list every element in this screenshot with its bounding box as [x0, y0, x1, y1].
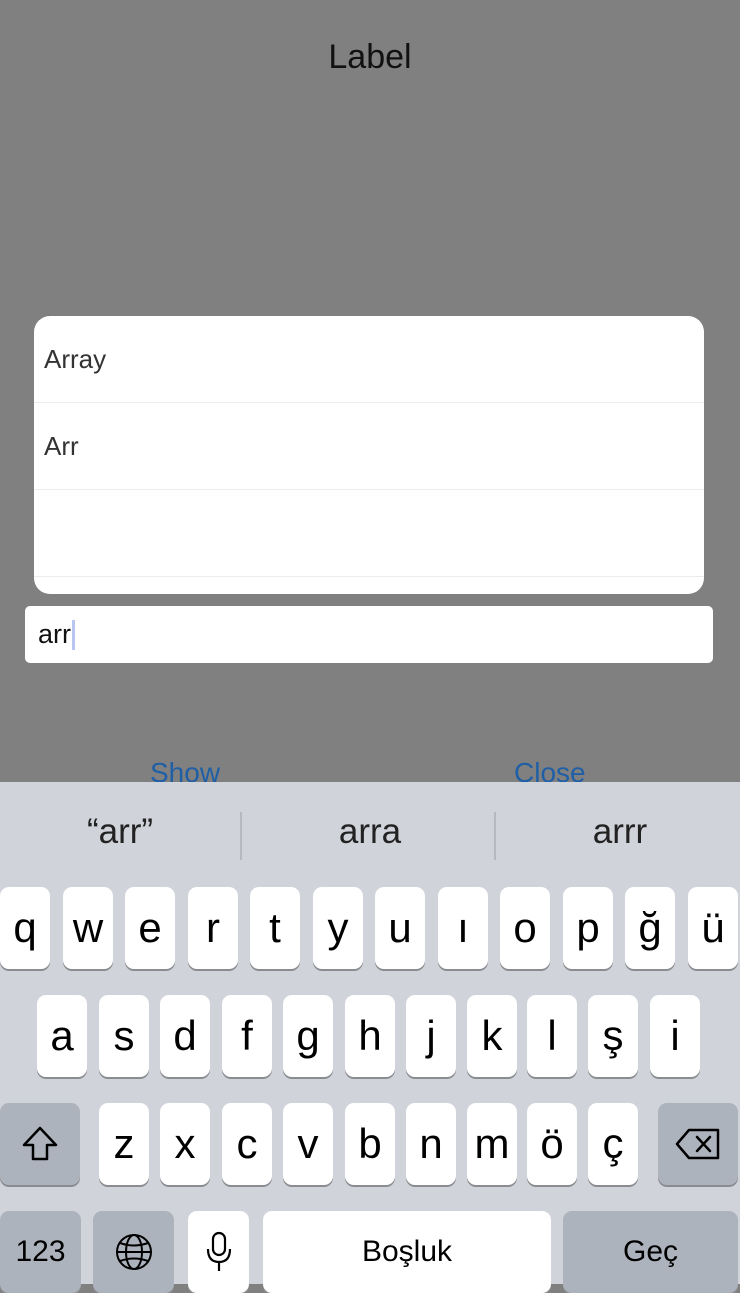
dropdown-item[interactable]: Array [34, 316, 704, 403]
backspace-key[interactable] [658, 1103, 738, 1185]
space-key[interactable]: Boşluk [263, 1211, 551, 1293]
key[interactable]: d [160, 995, 210, 1077]
page-label: Label [328, 38, 412, 76]
key[interactable]: q [0, 887, 50, 969]
return-key[interactable]: Geç [563, 1211, 738, 1293]
key[interactable]: x [160, 1103, 210, 1185]
key[interactable]: p [563, 887, 613, 969]
key[interactable]: ü [688, 887, 738, 969]
key[interactable]: s [99, 995, 149, 1077]
key[interactable]: z [99, 1103, 149, 1185]
key[interactable]: o [500, 887, 550, 969]
key[interactable]: e [125, 887, 175, 969]
key[interactable]: ğ [625, 887, 675, 969]
key[interactable]: h [345, 995, 395, 1077]
key[interactable]: ö [527, 1103, 577, 1185]
globe-key[interactable] [93, 1211, 174, 1293]
key[interactable]: t [250, 887, 300, 969]
microphone-icon [206, 1231, 231, 1271]
key[interactable]: g [283, 995, 333, 1077]
key[interactable]: ı [438, 887, 488, 969]
suggestion-divider [240, 812, 242, 860]
key[interactable]: r [188, 887, 238, 969]
key[interactable]: l [527, 995, 577, 1077]
key[interactable]: n [406, 1103, 456, 1185]
key[interactable]: y [313, 887, 363, 969]
suggestion-bar: “arr” arra arrr [0, 782, 740, 886]
key[interactable]: a [37, 995, 87, 1077]
search-input[interactable]: arr [25, 606, 713, 663]
key[interactable]: c [222, 1103, 272, 1185]
globe-icon [115, 1234, 152, 1270]
suggestion-item[interactable]: arra [250, 812, 490, 852]
key[interactable]: v [283, 1103, 333, 1185]
dropdown-item[interactable]: Arr [34, 403, 704, 490]
key[interactable]: ç [588, 1103, 638, 1185]
key[interactable]: w [63, 887, 113, 969]
key[interactable]: ş [588, 995, 638, 1077]
dropdown-item[interactable] [34, 490, 704, 577]
key[interactable]: m [467, 1103, 517, 1185]
suggestion-item[interactable]: arrr [500, 812, 740, 852]
suggestion-item[interactable]: “arr” [0, 812, 240, 852]
key[interactable]: b [345, 1103, 395, 1185]
backspace-icon [675, 1128, 720, 1160]
key[interactable]: i [650, 995, 700, 1077]
key[interactable]: u [375, 887, 425, 969]
dictation-key[interactable] [188, 1211, 249, 1293]
key[interactable]: k [467, 995, 517, 1077]
suggestion-divider [494, 812, 496, 860]
key[interactable]: f [222, 995, 272, 1077]
numbers-key[interactable]: 123 [0, 1211, 81, 1293]
key[interactable]: j [406, 995, 456, 1077]
shift-icon [22, 1126, 58, 1161]
keyboard: “arr” arra arrr q w e r t y u ı o p ğ ü … [0, 782, 740, 1293]
search-input-value: arr [38, 619, 71, 649]
shift-key[interactable] [0, 1103, 80, 1185]
text-caret [72, 619, 75, 650]
autocomplete-dropdown: Array Arr [34, 316, 704, 594]
